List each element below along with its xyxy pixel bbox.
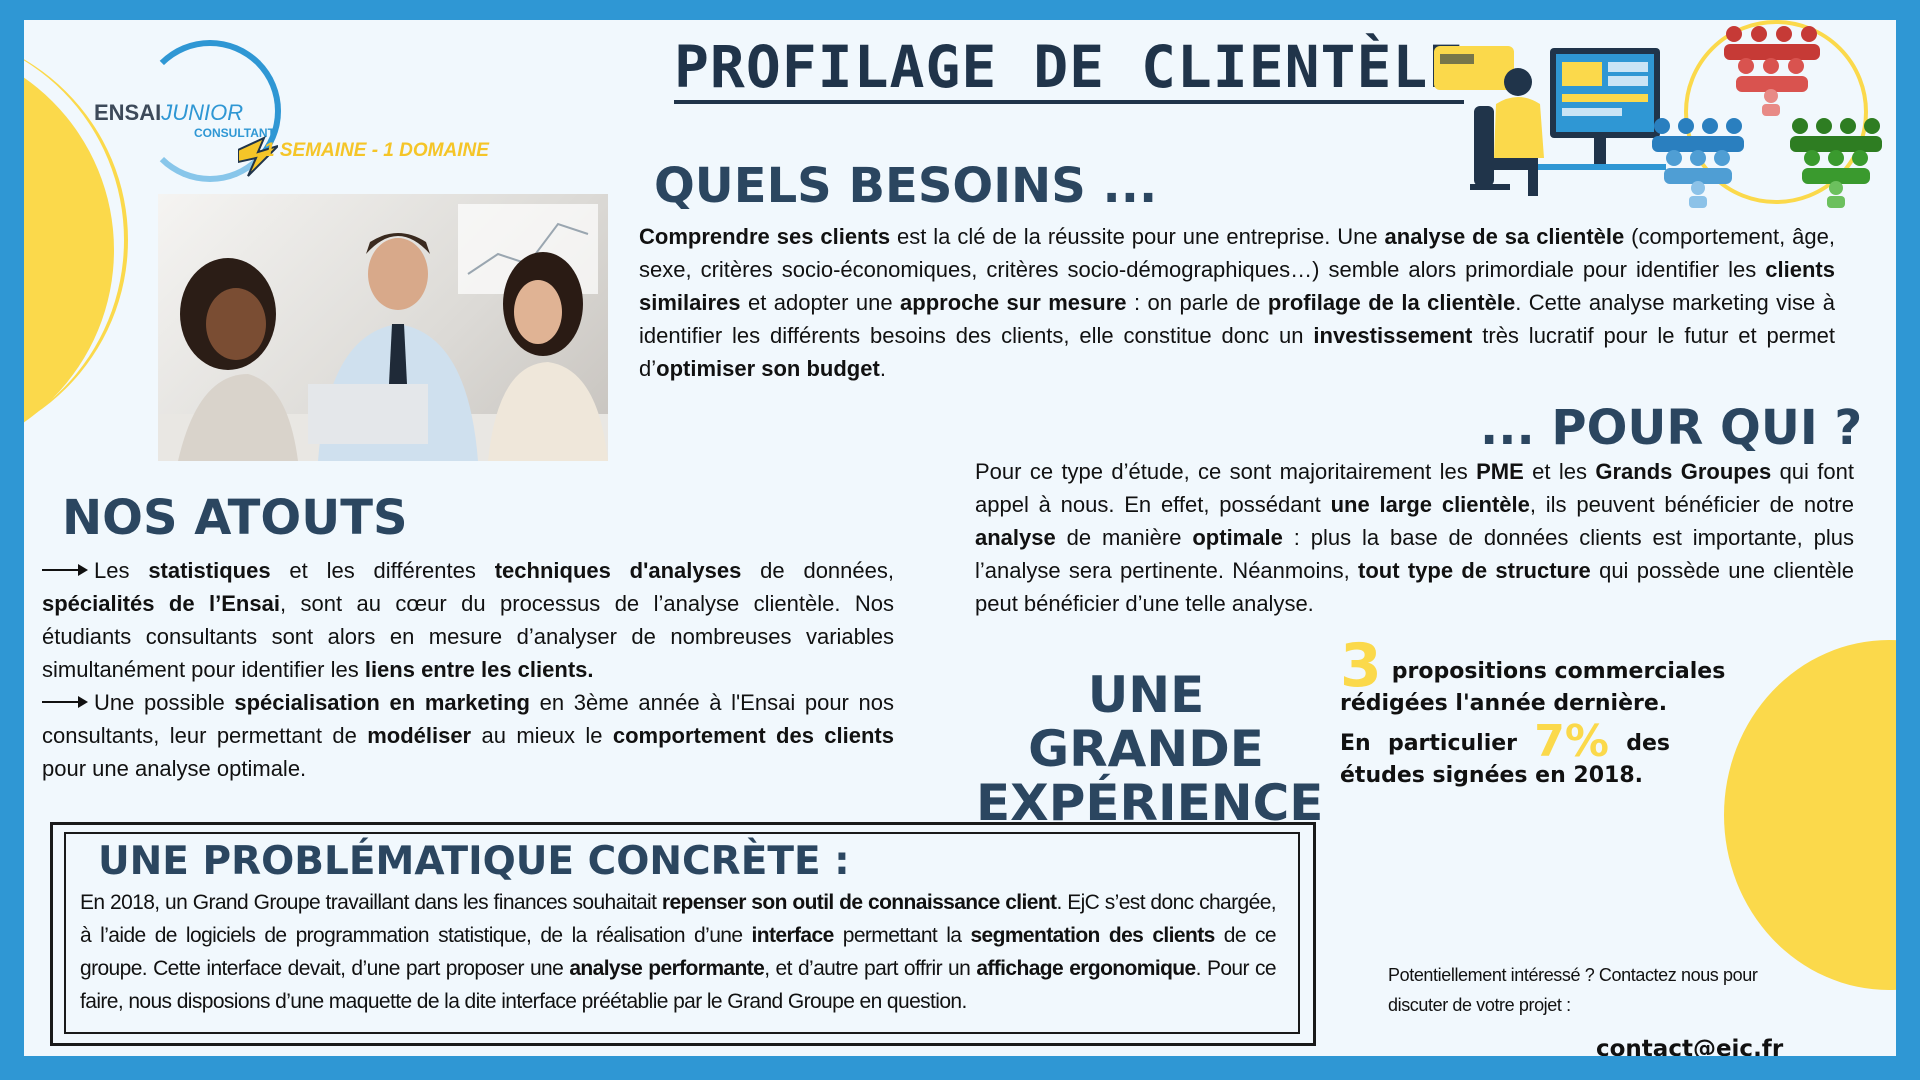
- besoins-text: Comprendre ses clients est la clé de la …: [639, 224, 1835, 381]
- page-title: PROFILAGE DE CLIENTÈLE: [674, 38, 1465, 104]
- contact-email-link[interactable]: contact@ejc.fr: [1596, 1036, 1783, 1056]
- people-group-green-icon: [1790, 118, 1882, 208]
- atouts-title: NOS ATOUTS: [62, 490, 408, 546]
- logo-brand-italic: JUNIOR: [161, 100, 244, 125]
- problematique-title: UNE PROBLÉMATIQUE CONCRÈTE :: [92, 842, 856, 881]
- meeting-photo-drawing: [158, 204, 608, 461]
- besoins-title: QUELS BESOINS ...: [654, 158, 1158, 214]
- problematique-text: En 2018, un Grand Groupe travaillant dan…: [80, 891, 1277, 1013]
- stat-2-prefix: En particulier: [1340, 731, 1517, 756]
- stat-1-text: propositions commerciales rédigées l'ann…: [1340, 659, 1726, 716]
- yellow-blob-right: [1724, 640, 1896, 990]
- logo-brand-text: ENSAI: [94, 100, 162, 125]
- people-group-blue-icon: [1652, 118, 1744, 208]
- pour-qui-title: ... POUR QUI ?: [1480, 400, 1863, 456]
- meeting-photo: [158, 194, 608, 461]
- atouts-item-2: Une possible spécialisation en marketing…: [42, 686, 894, 785]
- tagline: 1 SEMAINE - 1 DOMAINE: [264, 140, 489, 161]
- atouts-item-1-text: Les statistiques et les différentes tech…: [42, 558, 894, 682]
- arrow-icon: [42, 696, 88, 709]
- arrow-icon: [42, 564, 88, 577]
- atouts-item-1: Les statistiques et les différentes tech…: [42, 554, 894, 686]
- contact-text: Potentiellement intéressé ? Contactez no…: [1388, 965, 1758, 1015]
- person-at-computer-illustration: [1434, 46, 1666, 196]
- poster-frame: ENSAIJUNIOR CONSULTANT 1 SEMAINE - 1 DOM…: [24, 20, 1896, 1056]
- experience-stat-1: 3 propositions commerciales rédigées l'an…: [1340, 636, 1740, 720]
- logo-brand: ENSAIJUNIOR: [94, 100, 243, 126]
- experience-stats: 3 propositions commerciales rédigées l'an…: [1340, 636, 1740, 792]
- stat-2-value: 7%: [1534, 716, 1609, 767]
- atouts-item-2-text: Une possible spécialisation en marketing…: [42, 690, 894, 781]
- pour-qui-text: Pour ce type d’étude, ce sont majoritair…: [975, 459, 1854, 616]
- people-group-red-icon: [1724, 26, 1820, 116]
- experience-title-line1: UNE GRANDE: [1028, 666, 1264, 778]
- experience-stat-2: En particulier 7% des études signées en …: [1340, 720, 1670, 792]
- experience-title: UNE GRANDE EXPÉRIENCE: [976, 666, 1323, 830]
